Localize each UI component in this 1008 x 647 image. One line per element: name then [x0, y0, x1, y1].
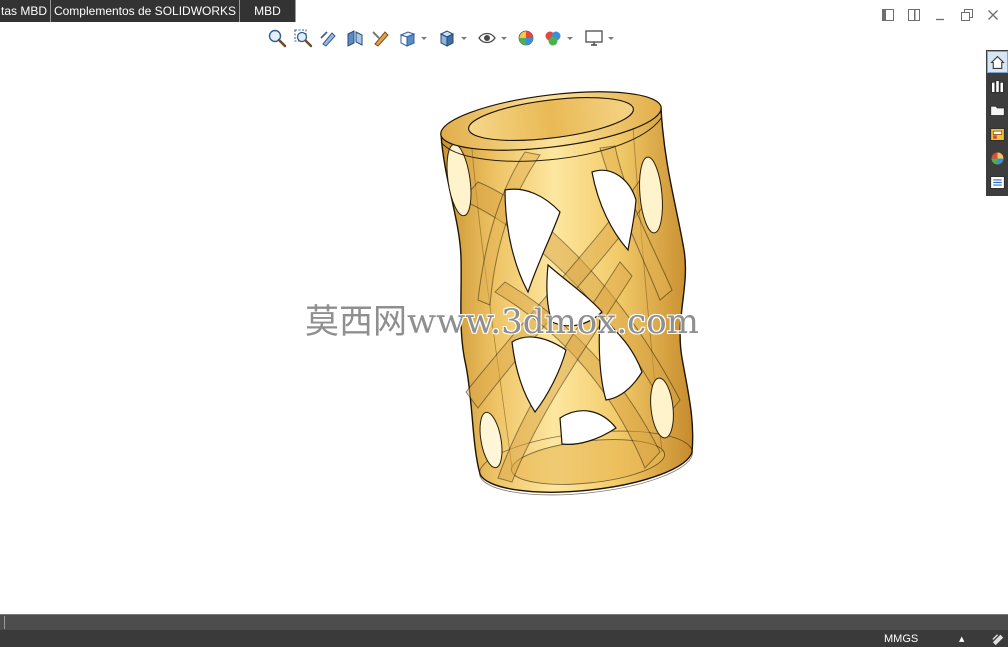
view-settings-button[interactable]: [582, 27, 606, 49]
handle-shape: [304, 39, 313, 48]
folder-shape: [990, 105, 1005, 116]
unit-system-label[interactable]: MMGS: [884, 632, 918, 646]
pencil-shape: [374, 31, 389, 47]
view-settings-dropdown[interactable]: [606, 27, 616, 49]
task-pane-home-tab[interactable]: [987, 51, 1008, 73]
palette-view: [992, 130, 1003, 135]
previous-view-icon: [320, 31, 336, 47]
tool-shape: [372, 31, 380, 39]
heads-up-view-toolbar: [265, 27, 617, 49]
task-pane-file-explorer-tab[interactable]: [987, 99, 1008, 121]
chevron-down-icon: [608, 36, 614, 40]
edit-appearance-icon: [518, 30, 534, 46]
close-cross: [988, 10, 998, 20]
status-bar: MMGS ▲: [0, 630, 1008, 647]
color-wheel-segment: [997, 152, 1004, 158]
front-window: [961, 12, 970, 21]
minimize-button[interactable]: [932, 7, 948, 23]
sphere-segment: [526, 38, 533, 45]
view-orientation-dropdown[interactable]: [419, 27, 429, 49]
palette-view: [993, 134, 997, 139]
restore-icon: [961, 9, 973, 21]
task-pane-view-palette-tab[interactable]: [987, 123, 1008, 145]
zoom-to-area-icon: [294, 29, 313, 48]
book-shape: [995, 79, 1000, 93]
hide-show-items-icon: [478, 32, 496, 44]
scene-ball: [548, 36, 558, 46]
close-icon: [988, 10, 998, 20]
feature-tabs-bar: [0, 614, 1008, 630]
apply-scene-icon: [545, 31, 561, 46]
sphere-segment: [526, 31, 533, 38]
hide-show-items-button[interactable]: [475, 27, 499, 49]
book-shape: [991, 81, 996, 93]
view-orientation-icon: [399, 31, 416, 47]
dock-right-button[interactable]: [906, 7, 922, 23]
apply-scene-dropdown[interactable]: [565, 27, 575, 49]
eye-pupil: [484, 35, 490, 41]
task-pane-custom-properties-tab[interactable]: [987, 171, 1008, 193]
house-shape: [990, 55, 1005, 69]
zoom-to-area-button[interactable]: [291, 27, 315, 49]
window-pane: [882, 9, 886, 21]
design-library-icon: [991, 79, 1004, 93]
window-pane: [914, 9, 916, 21]
dock-right-icon: [908, 9, 920, 21]
dock-left-button[interactable]: [880, 7, 896, 23]
view-orientation-button[interactable]: [395, 27, 419, 49]
section-view-button[interactable]: [343, 27, 367, 49]
zoom-to-fit-button[interactable]: [265, 27, 289, 49]
section-half-shape: [355, 31, 363, 46]
restore-button[interactable]: [959, 7, 975, 23]
home-icon: [990, 55, 1005, 69]
chevron-down-icon: [461, 36, 467, 40]
display-style-button[interactable]: [435, 27, 459, 49]
sphere-segment: [519, 38, 526, 45]
sketch-mode-button[interactable]: [991, 631, 1006, 646]
display-style-icon: [439, 30, 455, 47]
view-settings-icon: [585, 30, 603, 46]
apply-scene-button[interactable]: [541, 27, 565, 49]
sketch-mode-icon: [992, 634, 1004, 646]
cube-left-face: [400, 34, 408, 47]
section-view-icon: [347, 30, 363, 47]
chevron-down-icon: [567, 36, 573, 40]
section-half-shape: [347, 30, 355, 47]
display-style-dropdown[interactable]: [459, 27, 469, 49]
view-palette-icon: [990, 127, 1005, 141]
chevron-down-icon: [501, 36, 507, 40]
appearances-icon: [991, 152, 1004, 164]
close-button[interactable]: [985, 7, 1001, 23]
edit-appearance-button[interactable]: [515, 27, 539, 49]
sketch-pencil: [992, 634, 1004, 646]
chevron-down-icon: [421, 36, 427, 40]
minimize-icon: [936, 18, 944, 21]
part-model[interactable]: [425, 85, 710, 515]
handle-shape: [277, 38, 287, 48]
dynamic-annotation-view-icon: [372, 31, 389, 47]
color-wheel-segment: [991, 158, 998, 164]
task-pane-appearances-tab[interactable]: [987, 147, 1008, 169]
bar-grip[interactable]: [4, 616, 5, 629]
task-pane-tabs: [986, 50, 1008, 196]
unit-system-menu-arrow[interactable]: ▲: [959, 633, 964, 645]
tab-tas-mbd[interactable]: tas MBD: [0, 0, 51, 22]
custom-properties-icon: [990, 175, 1005, 189]
dock-left-icon: [882, 9, 894, 21]
file-explorer-icon: [990, 105, 1005, 116]
task-pane-design-library-tab[interactable]: [987, 75, 1008, 97]
book-shape: [999, 81, 1004, 93]
previous-view-button[interactable]: [317, 27, 341, 49]
tab-mbd[interactable]: MBD: [240, 0, 296, 22]
arrow-tail-shape: [320, 31, 328, 39]
dynamic-annotation-view-button[interactable]: [369, 27, 393, 49]
watermark-text: 莫西网www.3dmox.com: [305, 302, 699, 342]
monitor-screen: [585, 30, 603, 43]
zoom-to-fit-icon: [268, 29, 287, 48]
hide-show-items-dropdown[interactable]: [499, 27, 509, 49]
color-wheel-segment: [997, 158, 1004, 164]
tab-complementos-de-solidworks[interactable]: Complementos de SOLIDWORKS: [51, 0, 240, 22]
command-manager-tabs: tas MBD Complementos de SOLIDWORKS MBD: [0, 0, 296, 22]
